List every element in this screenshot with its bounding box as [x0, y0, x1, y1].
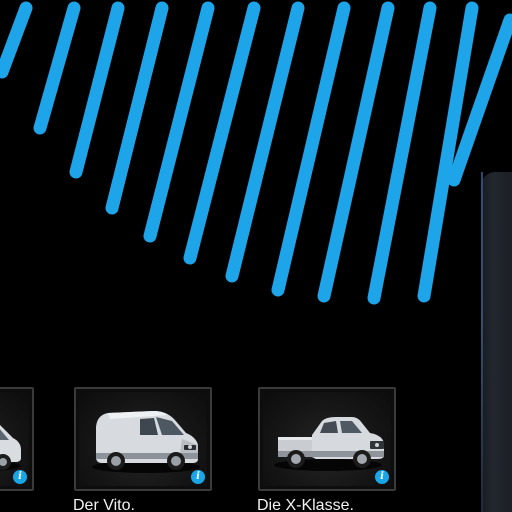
- info-icon[interactable]: i: [13, 470, 27, 484]
- info-icon[interactable]: i: [375, 470, 389, 484]
- light-ray-stripe: [105, 1, 169, 215]
- card-title-x-class[interactable]: Die X-Klasse.: [257, 496, 354, 512]
- light-ray-stripe: [33, 1, 81, 135]
- side-panel[interactable]: [481, 172, 512, 512]
- vehicle-thumbnail: [79, 392, 207, 486]
- card-title-vito[interactable]: Der Vito.: [73, 496, 135, 512]
- info-icon[interactable]: i: [191, 470, 205, 484]
- vehicle-menu-screen: i i Der Vito. i Die X-Klasse.: [0, 0, 512, 512]
- pickup-truck-icon: [274, 417, 384, 471]
- vehicle-card-partial[interactable]: i: [0, 387, 34, 491]
- light-ray-stripe: [0, 1, 33, 79]
- vehicle-thumbnail: [263, 392, 391, 486]
- vehicle-card-vito[interactable]: i: [74, 387, 212, 491]
- vehicle-card-x-class[interactable]: i: [258, 387, 396, 491]
- van-icon: [92, 411, 200, 473]
- light-ray-stripe: [69, 1, 125, 179]
